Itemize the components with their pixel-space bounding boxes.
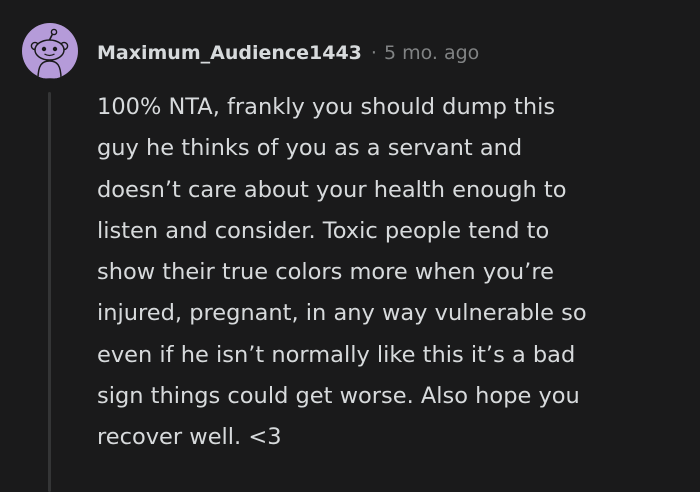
comment-meta: Maximum_Audience1443 · 5 mo. ago	[97, 38, 479, 68]
comment-line: injured, pregnant, in any way vulnerable…	[97, 300, 587, 327]
comment-line: even if he isn’t normally like this it’s…	[97, 341, 576, 368]
comment-line: sign things could get worse. Also hope y…	[97, 383, 580, 410]
comment-line: 100% NTA, frankly you should dump this	[97, 94, 556, 120]
username-link[interactable]: Maximum_Audience1443	[97, 42, 362, 64]
snoo-avatar-icon	[30, 28, 69, 79]
comment-line: show their true colors more when you’re	[97, 259, 554, 286]
comment-line: listen and consider. Toxic people tend t…	[97, 217, 550, 244]
user-avatar[interactable]	[22, 23, 78, 79]
comment-timestamp[interactable]: 5 mo. ago	[384, 42, 479, 64]
comment-line: recover well. <3	[97, 424, 282, 451]
thread-collapse-line[interactable]	[48, 92, 51, 492]
comment-line: doesn’t care about your health enough to	[97, 176, 567, 203]
comment: Maximum_Audience1443 · 5 mo. ago 100% NT…	[0, 0, 700, 492]
meta-separator: ·	[370, 42, 377, 64]
comment-body: 100% NTA, frankly you should dump this g…	[97, 87, 687, 459]
comment-line: guy he thinks of you as a servant and	[97, 135, 523, 162]
